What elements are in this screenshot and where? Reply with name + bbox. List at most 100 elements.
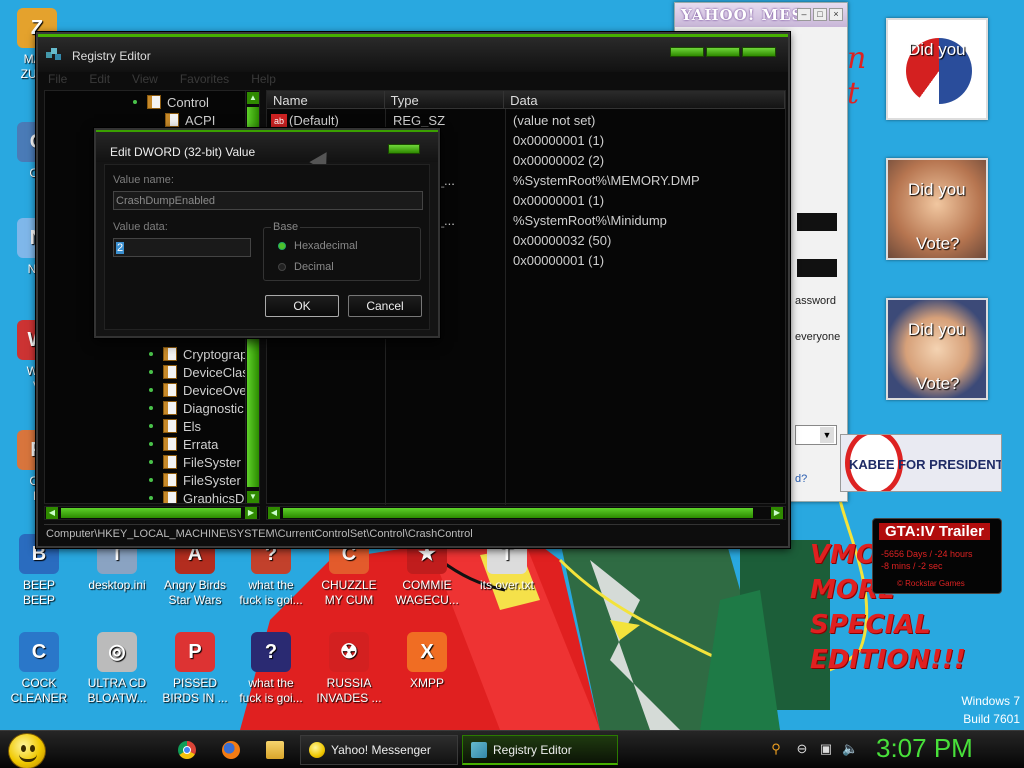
maximize-button[interactable]: □ (813, 8, 827, 21)
expand-icon[interactable] (149, 406, 153, 410)
ok-button[interactable]: OK (265, 295, 339, 317)
scroll-left-arrow[interactable]: ◀ (46, 507, 58, 519)
desktop-icon[interactable]: P PISSED BIRDS IN ... (156, 632, 234, 706)
dialog-titlebar[interactable]: Edit DWORD (32-bit) Value (96, 130, 438, 162)
base-group: Hexadecimal Decimal (263, 227, 421, 281)
start-button[interactable] (8, 733, 46, 768)
yahoo-forgot-link[interactable]: d? (795, 473, 807, 485)
volume-icon[interactable]: 🔈 (842, 741, 858, 757)
menu-favorites[interactable]: Favorites (180, 72, 229, 88)
cell-data: %SystemRoot%\MEMORY.DMP (513, 173, 700, 188)
desktop-icon-label: BEEP BEEP (22, 578, 55, 607)
expand-icon[interactable] (133, 100, 137, 104)
column-name[interactable]: Name (267, 91, 385, 109)
minimize-button[interactable]: – (797, 8, 811, 21)
value-data-field[interactable]: 2 (113, 238, 251, 257)
scroll-left-arrow[interactable]: ◀ (268, 507, 280, 519)
expand-icon[interactable] (149, 388, 153, 392)
taskbar-button-label: Yahoo! Messenger (331, 743, 431, 757)
tree-horizontal-scrollbar[interactable]: ◀ ▶ (44, 506, 260, 520)
chrome-icon[interactable] (178, 741, 196, 759)
expand-icon[interactable] (149, 496, 153, 500)
expand-icon[interactable] (149, 424, 153, 428)
tree-item[interactable]: DeviceClas (149, 363, 249, 381)
close-button[interactable] (742, 47, 776, 57)
campaign-text: KABEE FOR PRESIDENT (849, 457, 1002, 472)
campaign-banner: KABEE FOR PRESIDENT (840, 434, 1002, 492)
tree-item[interactable]: Cryptograp (149, 345, 247, 363)
scroll-right-arrow[interactable]: ▶ (245, 507, 257, 519)
close-button[interactable] (388, 144, 420, 154)
tree-item[interactable]: Diagnostic (149, 399, 244, 417)
tree-item-label: Errata (183, 436, 219, 452)
tree-item-label: FileSyster (183, 472, 241, 488)
expand-icon[interactable] (149, 370, 153, 374)
scroll-down-arrow[interactable]: ▼ (247, 491, 259, 503)
taskbar-registry-editor[interactable]: Registry Editor (462, 735, 618, 765)
taskbar-yahoo-messenger[interactable]: Yahoo! Messenger (300, 735, 458, 765)
expand-icon[interactable] (149, 352, 153, 356)
scroll-thumb[interactable] (61, 508, 241, 518)
tree-item-control[interactable]: Control (133, 93, 209, 111)
edit-dword-dialog[interactable]: Edit DWORD (32-bit) Value Value name: Cr… (94, 128, 440, 338)
value-name-field[interactable]: CrashDumpEnabled (113, 191, 423, 210)
hexadecimal-radio[interactable]: Hexadecimal (278, 240, 358, 252)
desktop-icon[interactable]: C COCK CLEANER (0, 632, 78, 706)
tree-item-acpi[interactable]: ACPI (165, 111, 215, 129)
messenger-tray-icon[interactable]: ⊖ (794, 741, 810, 757)
tree-item[interactable]: FileSyster (149, 453, 241, 471)
tree-item-label: Control (167, 94, 209, 110)
desktop-icon[interactable]: ☢ RUSSIA INVADES ... (310, 632, 388, 706)
yahoo-password-field[interactable] (797, 259, 837, 277)
cell-data: 0x00000001 (1) (513, 253, 605, 268)
yahoo-status-select[interactable]: ▼ (795, 425, 837, 445)
desktop-icon-label: what the fuck is goi... (239, 578, 303, 607)
column-type[interactable]: Type (384, 91, 505, 109)
minimize-button[interactable] (670, 47, 704, 57)
cancel-button[interactable]: Cancel (348, 295, 422, 317)
picture-gadget-obama[interactable]: Did you (886, 18, 988, 120)
search-icon[interactable]: ⚲ (768, 741, 784, 757)
list-horizontal-scrollbar[interactable]: ◀ ▶ (266, 506, 786, 520)
picture-gadget-mccain[interactable]: Did you Vote? (886, 158, 988, 260)
network-icon[interactable]: ▣ (818, 741, 834, 757)
column-data[interactable]: Data (504, 91, 785, 109)
folder-icon[interactable] (266, 741, 284, 759)
expand-icon[interactable] (149, 442, 153, 446)
folder-icon (163, 401, 177, 415)
scroll-right-arrow[interactable]: ▶ (771, 507, 783, 519)
desktop-icon-label: PISSED BIRDS IN ... (162, 676, 228, 705)
expand-icon[interactable] (149, 478, 153, 482)
gta-countdown-gadget[interactable]: GTA:IV Trailer -5656 Days / -24 hours -8… (872, 518, 1002, 594)
scroll-thumb[interactable] (283, 508, 753, 518)
tree-item[interactable]: DeviceOve (149, 381, 247, 399)
picture-gadget-clinton[interactable]: Did you Vote? (886, 298, 988, 400)
desktop-icon[interactable]: ◎ ULTRA CD BLOATW... (78, 632, 156, 706)
tree-item-label: Diagnostic (183, 400, 244, 416)
close-button[interactable]: × (829, 8, 843, 21)
clock[interactable]: 3:07 PM (876, 733, 996, 764)
tree-item[interactable]: Errata (149, 435, 218, 453)
desktop-icon[interactable]: X XMPP (388, 632, 466, 691)
menu-view[interactable]: View (132, 72, 158, 88)
yahoo-id-field[interactable] (797, 213, 837, 231)
maximize-button[interactable] (706, 47, 740, 57)
regedit-titlebar[interactable]: Registry Editor (38, 34, 788, 72)
desktop-icon[interactable]: ? what the fuck is goi... (232, 632, 310, 706)
decimal-label: Decimal (294, 261, 334, 273)
tree-item[interactable]: GraphicsD (149, 489, 244, 503)
tree-item[interactable]: FileSyster (149, 471, 241, 489)
desktop-icon-label: COMMIE WAGECU... (395, 578, 459, 607)
firefox-icon[interactable] (222, 741, 240, 759)
gta-mins: -8 mins / -2 sec (881, 561, 943, 571)
taskbar: Yahoo! Messenger Registry Editor ⚲ ⊖ ▣ 🔈… (0, 730, 1024, 768)
menu-file[interactable]: File (48, 72, 67, 88)
menu-edit[interactable]: Edit (89, 72, 110, 88)
expand-icon[interactable] (149, 460, 153, 464)
scroll-up-arrow[interactable]: ▲ (247, 92, 259, 104)
menu-help[interactable]: Help (251, 72, 276, 88)
tree-item[interactable]: Els (149, 417, 201, 435)
decimal-radio[interactable]: Decimal (278, 261, 334, 273)
desktop-icon-label: its over.txt (479, 578, 535, 592)
yahoo-smiley-icon (309, 742, 325, 758)
